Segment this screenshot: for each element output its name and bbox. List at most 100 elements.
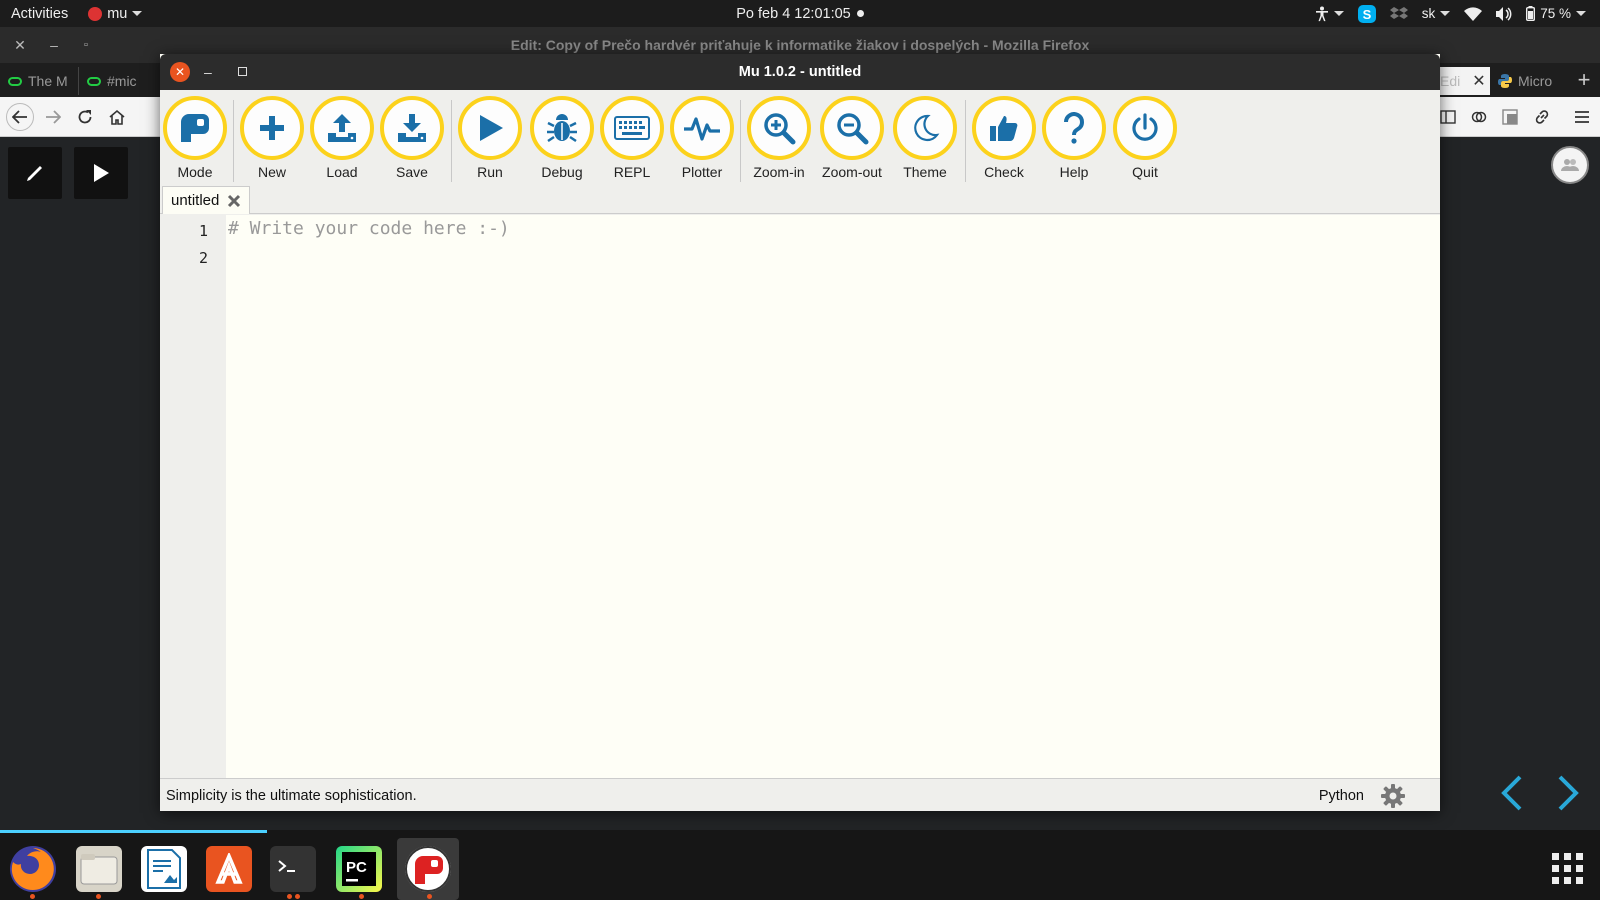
chevron-down-icon	[1576, 11, 1586, 16]
firefox-tab-active[interactable]: Edi ✕	[1436, 67, 1490, 95]
status-message: Simplicity is the ultimate sophisticatio…	[166, 788, 417, 804]
line-number: 2	[198, 249, 208, 267]
show-applications-icon[interactable]	[1552, 853, 1584, 885]
writer-launcher[interactable]	[141, 846, 187, 892]
repl-button[interactable]: REPL	[597, 96, 667, 180]
zoom-in-button[interactable]: Zoom-in	[744, 96, 814, 180]
files-launcher[interactable]	[76, 846, 122, 892]
skype-icon[interactable]: S	[1357, 4, 1376, 23]
close-tab-icon[interactable]	[227, 194, 241, 208]
check-button[interactable]: Check	[969, 96, 1039, 180]
back-icon[interactable]	[6, 103, 34, 131]
reader-icon[interactable]	[1467, 105, 1491, 129]
firefox-launcher[interactable]	[10, 846, 56, 892]
volume-icon[interactable]	[1496, 6, 1512, 21]
clock-text[interactable]: Po feb 4 12:01:05	[736, 6, 851, 22]
firefox-tab[interactable]: The M	[0, 67, 76, 95]
question-icon	[1064, 112, 1084, 144]
firefox-icon	[11, 848, 54, 890]
mu-app-icon	[88, 6, 103, 21]
bug-icon	[547, 114, 577, 143]
gear-icon[interactable]	[1380, 783, 1406, 809]
check-button-label: Check	[984, 164, 1024, 180]
software-icon	[215, 853, 243, 884]
system-tray: S sk 75 %	[1315, 0, 1586, 27]
chevron-down-icon	[132, 11, 143, 16]
new-button[interactable]: New	[237, 96, 307, 180]
code-text[interactable]: # Write your code here :-)	[228, 218, 510, 239]
accessibility-menu[interactable]	[1315, 6, 1344, 22]
chevron-down-icon	[1440, 11, 1451, 16]
terminal-launcher[interactable]	[270, 846, 316, 892]
file-tab-untitled[interactable]: untitled	[162, 186, 251, 214]
keyboard-icon	[614, 116, 650, 140]
svg-text:PC: PC	[346, 859, 367, 876]
previous-slide-arrow-icon[interactable]	[1498, 773, 1526, 813]
run-button-label: Run	[477, 164, 503, 180]
pycharm-launcher[interactable]: PC	[336, 846, 382, 892]
pycharm-icon: PC	[342, 852, 376, 886]
firefox-tab[interactable]: #mic	[78, 67, 158, 95]
home-icon[interactable]	[105, 105, 129, 129]
progress-indicator	[0, 830, 267, 833]
mode-button-label: Mode	[177, 164, 213, 180]
dropbox-icon[interactable]	[1389, 6, 1408, 21]
mode-button[interactable]: Mode	[160, 96, 230, 180]
current-mode-label[interactable]: Python	[1319, 788, 1364, 804]
line-number: 1	[198, 222, 208, 240]
app-menu[interactable]: mu	[88, 6, 143, 22]
save-button[interactable]: Save	[377, 96, 447, 180]
quit-button[interactable]: Quit	[1110, 96, 1180, 180]
plotter-button[interactable]: Plotter	[667, 96, 737, 180]
wifi-icon[interactable]	[1464, 6, 1483, 21]
new-button-label: New	[257, 164, 286, 180]
power-icon	[1132, 113, 1158, 141]
running-indicator	[427, 894, 432, 899]
terminal-icon	[278, 860, 295, 872]
code-editor[interactable]: 1 2 # Write your code here :-)	[160, 215, 1440, 778]
zoom-out-button[interactable]: Zoom-out	[817, 96, 887, 180]
help-button[interactable]: Help	[1039, 96, 1109, 180]
plotter-button-label: Plotter	[681, 164, 723, 180]
new-tab-icon[interactable]: +	[1572, 67, 1596, 92]
zoom-in-button-label: Zoom-in	[753, 164, 805, 180]
run-button[interactable]: Run	[455, 96, 525, 180]
toolbar-divider	[965, 100, 966, 182]
line-number-gutter: 1 2	[160, 215, 226, 778]
folder-icon	[80, 854, 118, 885]
collaborators-button[interactable]	[1551, 146, 1589, 184]
mode-icon	[181, 114, 209, 142]
screenshot-icon[interactable]	[1498, 105, 1522, 129]
present-button[interactable]	[74, 147, 128, 199]
theme-button[interactable]: Theme	[890, 96, 960, 180]
play-icon	[94, 164, 109, 182]
help-button-label: Help	[1059, 164, 1089, 180]
mu-launcher[interactable]	[405, 846, 451, 892]
debug-button-label: Debug	[541, 164, 583, 180]
firefox-tab[interactable]: Micro	[1490, 67, 1572, 95]
moon-icon	[914, 114, 940, 142]
upload-icon	[328, 114, 356, 142]
link-icon	[8, 76, 22, 86]
close-tab-icon[interactable]: ✕	[1472, 71, 1485, 91]
battery-indicator[interactable]: 75 %	[1526, 6, 1586, 21]
toolbar-divider	[740, 100, 741, 182]
users-icon	[1561, 159, 1579, 171]
keyboard-layout-menu[interactable]: sk	[1422, 6, 1451, 21]
pen-tool-button[interactable]	[8, 147, 62, 199]
software-center-launcher[interactable]	[206, 846, 252, 892]
next-slide-arrow-icon[interactable]	[1554, 773, 1582, 813]
link-chain-icon[interactable]	[1530, 105, 1554, 129]
download-icon	[398, 114, 426, 142]
forward-icon[interactable]	[41, 105, 65, 129]
hamburger-menu-icon[interactable]	[1570, 105, 1594, 129]
accessibility-icon	[1315, 6, 1328, 21]
reload-icon[interactable]	[73, 105, 97, 129]
plus-icon	[260, 116, 284, 140]
activities-button[interactable]: Activities	[11, 6, 68, 22]
load-button[interactable]: Load	[307, 96, 377, 180]
running-indicator	[287, 894, 292, 899]
python-icon	[1498, 74, 1512, 88]
debug-button[interactable]: Debug	[527, 96, 597, 180]
chevron-down-icon	[1333, 11, 1344, 16]
